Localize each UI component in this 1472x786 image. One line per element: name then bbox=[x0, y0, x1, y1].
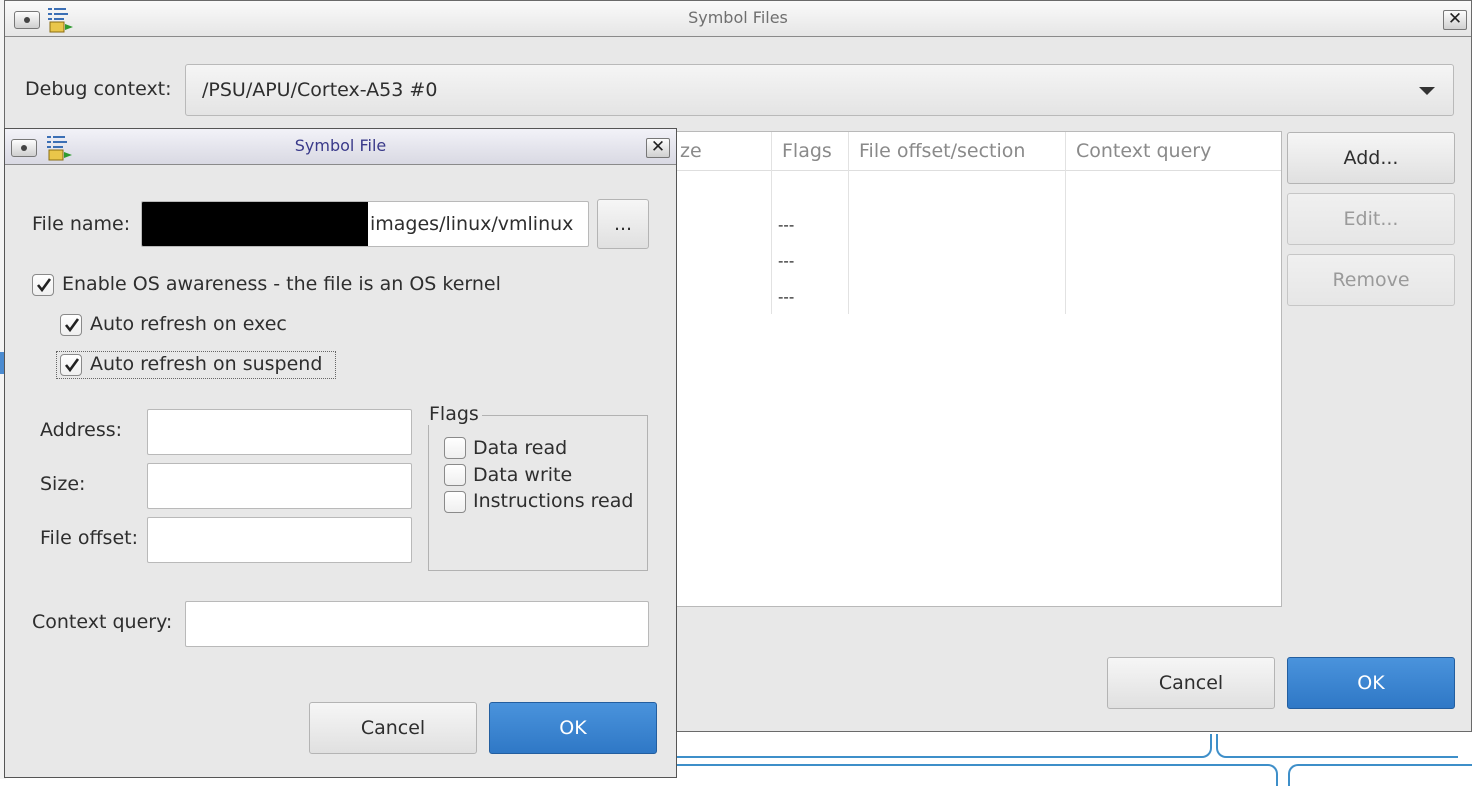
column-divider bbox=[1065, 132, 1066, 314]
address-label: Address: bbox=[40, 419, 123, 441]
redacted-path-block bbox=[142, 202, 368, 246]
close-icon[interactable]: ✕ bbox=[1443, 10, 1467, 30]
file-offset-field[interactable] bbox=[147, 517, 412, 563]
flags-legend: Flags bbox=[426, 403, 482, 425]
cancel-button[interactable]: Cancel bbox=[309, 702, 477, 754]
table-cell-flags: --- bbox=[778, 216, 795, 234]
context-query-label: Context query: bbox=[32, 611, 173, 633]
file-name-field[interactable]: images/linux/vmlinux bbox=[141, 201, 589, 247]
address-field[interactable] bbox=[147, 409, 412, 455]
file-name-label: File name: bbox=[32, 213, 131, 235]
auto-refresh-suspend-label[interactable]: Auto refresh on suspend bbox=[90, 353, 322, 375]
file-offset-label: File offset: bbox=[40, 527, 138, 549]
auto-refresh-suspend-checkbox[interactable] bbox=[60, 354, 82, 376]
auto-refresh-exec-checkbox[interactable] bbox=[60, 314, 82, 336]
data-read-checkbox[interactable] bbox=[444, 437, 466, 459]
checkmark-icon bbox=[36, 278, 52, 293]
data-read-label[interactable]: Data read bbox=[473, 437, 567, 459]
os-awareness-label[interactable]: Enable OS awareness - the file is an OS … bbox=[62, 273, 501, 295]
remove-button[interactable]: Remove bbox=[1287, 254, 1455, 306]
browse-button[interactable]: ... bbox=[597, 199, 649, 249]
column-divider bbox=[771, 132, 772, 314]
data-write-checkbox[interactable] bbox=[444, 464, 466, 486]
column-header-flags[interactable]: Flags bbox=[772, 132, 832, 170]
checkmark-icon bbox=[64, 358, 80, 373]
symbol-files-titlebar[interactable]: Symbol Files ✕ bbox=[5, 1, 1471, 37]
background-diagram-fragment bbox=[676, 730, 1472, 786]
column-header-context-query[interactable]: Context query bbox=[1066, 132, 1211, 170]
data-write-label[interactable]: Data write bbox=[473, 464, 572, 486]
debug-context-value: /PSU/APU/Cortex-A53 #0 bbox=[202, 79, 438, 101]
symbol-file-title: Symbol File bbox=[294, 136, 387, 155]
add-button[interactable]: Add... bbox=[1287, 132, 1455, 184]
symbol-file-body: File name: images/linux/vmlinux ... Enab… bbox=[5, 165, 676, 777]
instructions-read-label[interactable]: Instructions read bbox=[473, 490, 633, 512]
debug-context-select[interactable]: /PSU/APU/Cortex-A53 #0 bbox=[185, 64, 1454, 116]
size-field[interactable] bbox=[147, 463, 412, 509]
table-cell-flags: --- bbox=[778, 252, 795, 270]
instructions-read-checkbox[interactable] bbox=[444, 491, 466, 513]
context-query-field[interactable] bbox=[185, 601, 649, 647]
file-name-value: images/linux/vmlinux bbox=[370, 213, 574, 235]
checkmark-icon bbox=[64, 318, 80, 333]
debug-context-label: Debug context: bbox=[25, 78, 172, 100]
symbol-file-titlebar[interactable]: Symbol File ✕ bbox=[5, 129, 676, 165]
auto-refresh-exec-label[interactable]: Auto refresh on exec bbox=[90, 313, 287, 335]
size-label: Size: bbox=[40, 473, 86, 495]
ok-button[interactable]: OK bbox=[489, 702, 657, 754]
column-header-file-offset[interactable]: File offset/section bbox=[849, 132, 1025, 170]
close-icon[interactable]: ✕ bbox=[646, 138, 670, 158]
chevron-down-icon bbox=[1419, 87, 1435, 95]
edit-button[interactable]: Edit... bbox=[1287, 193, 1455, 245]
ok-button[interactable]: OK bbox=[1287, 657, 1455, 709]
flags-group: Flags Data read Data write Instructions … bbox=[426, 403, 648, 571]
os-awareness-checkbox[interactable] bbox=[32, 274, 54, 296]
symbol-file-dialog: Symbol File ✕ File name: images/linux/vm… bbox=[4, 128, 677, 778]
column-divider bbox=[848, 132, 849, 314]
symbol-files-title: Symbol Files bbox=[688, 8, 788, 27]
cancel-button[interactable]: Cancel bbox=[1107, 657, 1275, 709]
table-cell-flags: --- bbox=[778, 288, 795, 306]
